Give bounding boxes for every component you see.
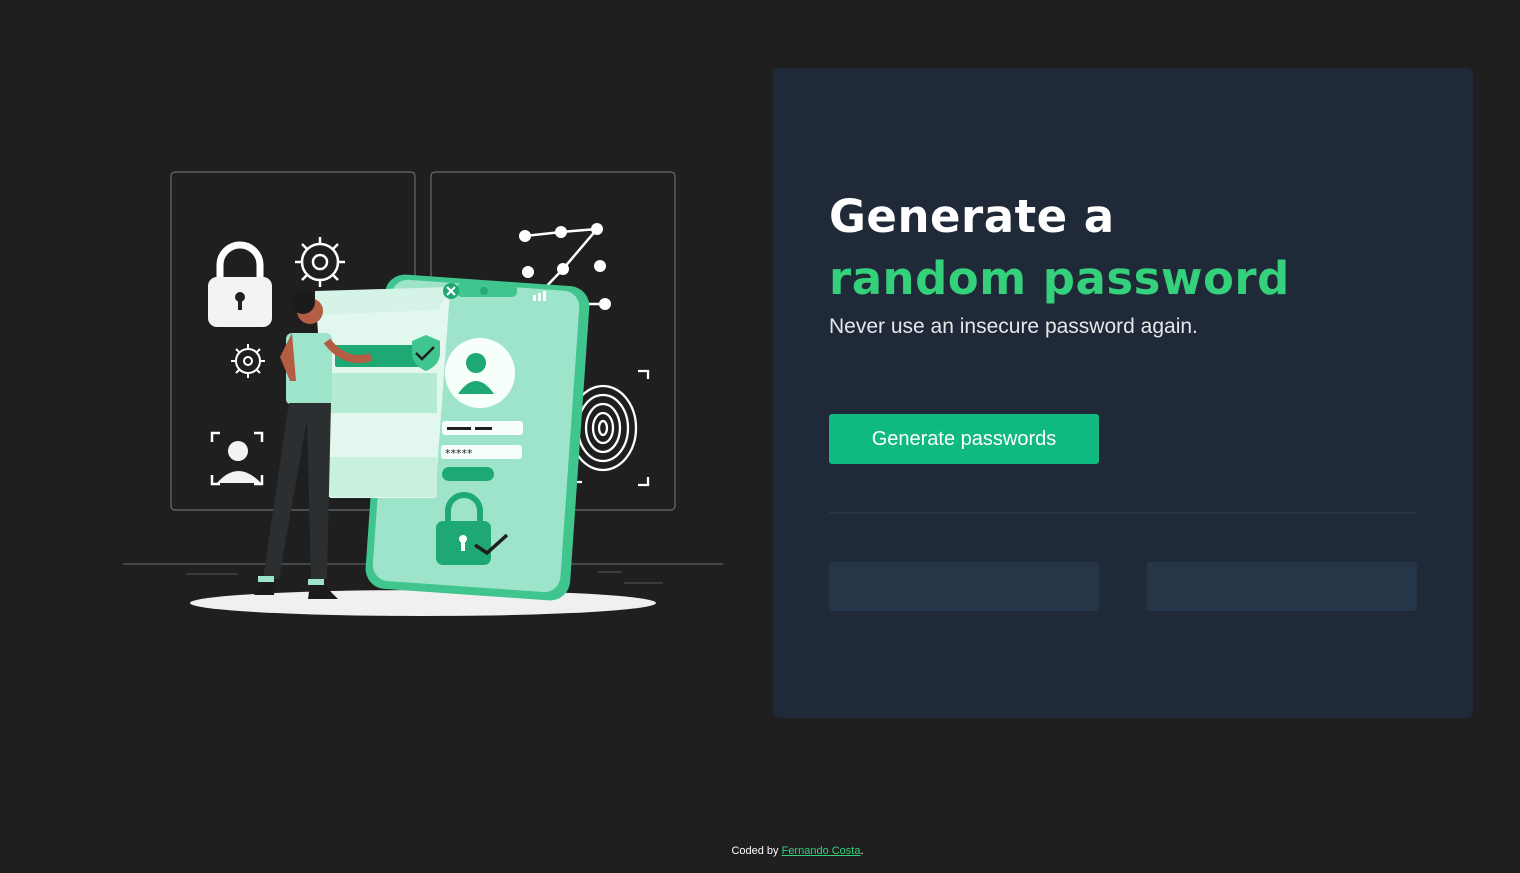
security-illustration: ***** — [120, 165, 730, 625]
generator-card: Generate a random password Never use an … — [773, 68, 1473, 718]
title-line-2: random password — [829, 252, 1290, 305]
generate-passwords-button[interactable]: Generate passwords — [829, 414, 1099, 464]
app-root: ***** Generate a random password Never u… — [0, 0, 1520, 873]
password-output-1[interactable] — [829, 562, 1099, 611]
divider — [829, 512, 1417, 514]
title-line-1: Generate a — [829, 190, 1115, 243]
footer-suffix: . — [860, 845, 864, 857]
svg-text:*****: ***** — [445, 447, 473, 460]
footer: Coded by Fernando Costa. — [0, 845, 1520, 857]
author-link[interactable]: Fernando Costa — [782, 845, 861, 857]
footer-prefix: Coded by — [731, 845, 782, 857]
page-title: Generate a random password — [829, 186, 1290, 310]
subtitle: Never use an insecure password again. — [829, 315, 1198, 338]
password-output-2[interactable] — [1147, 562, 1417, 611]
